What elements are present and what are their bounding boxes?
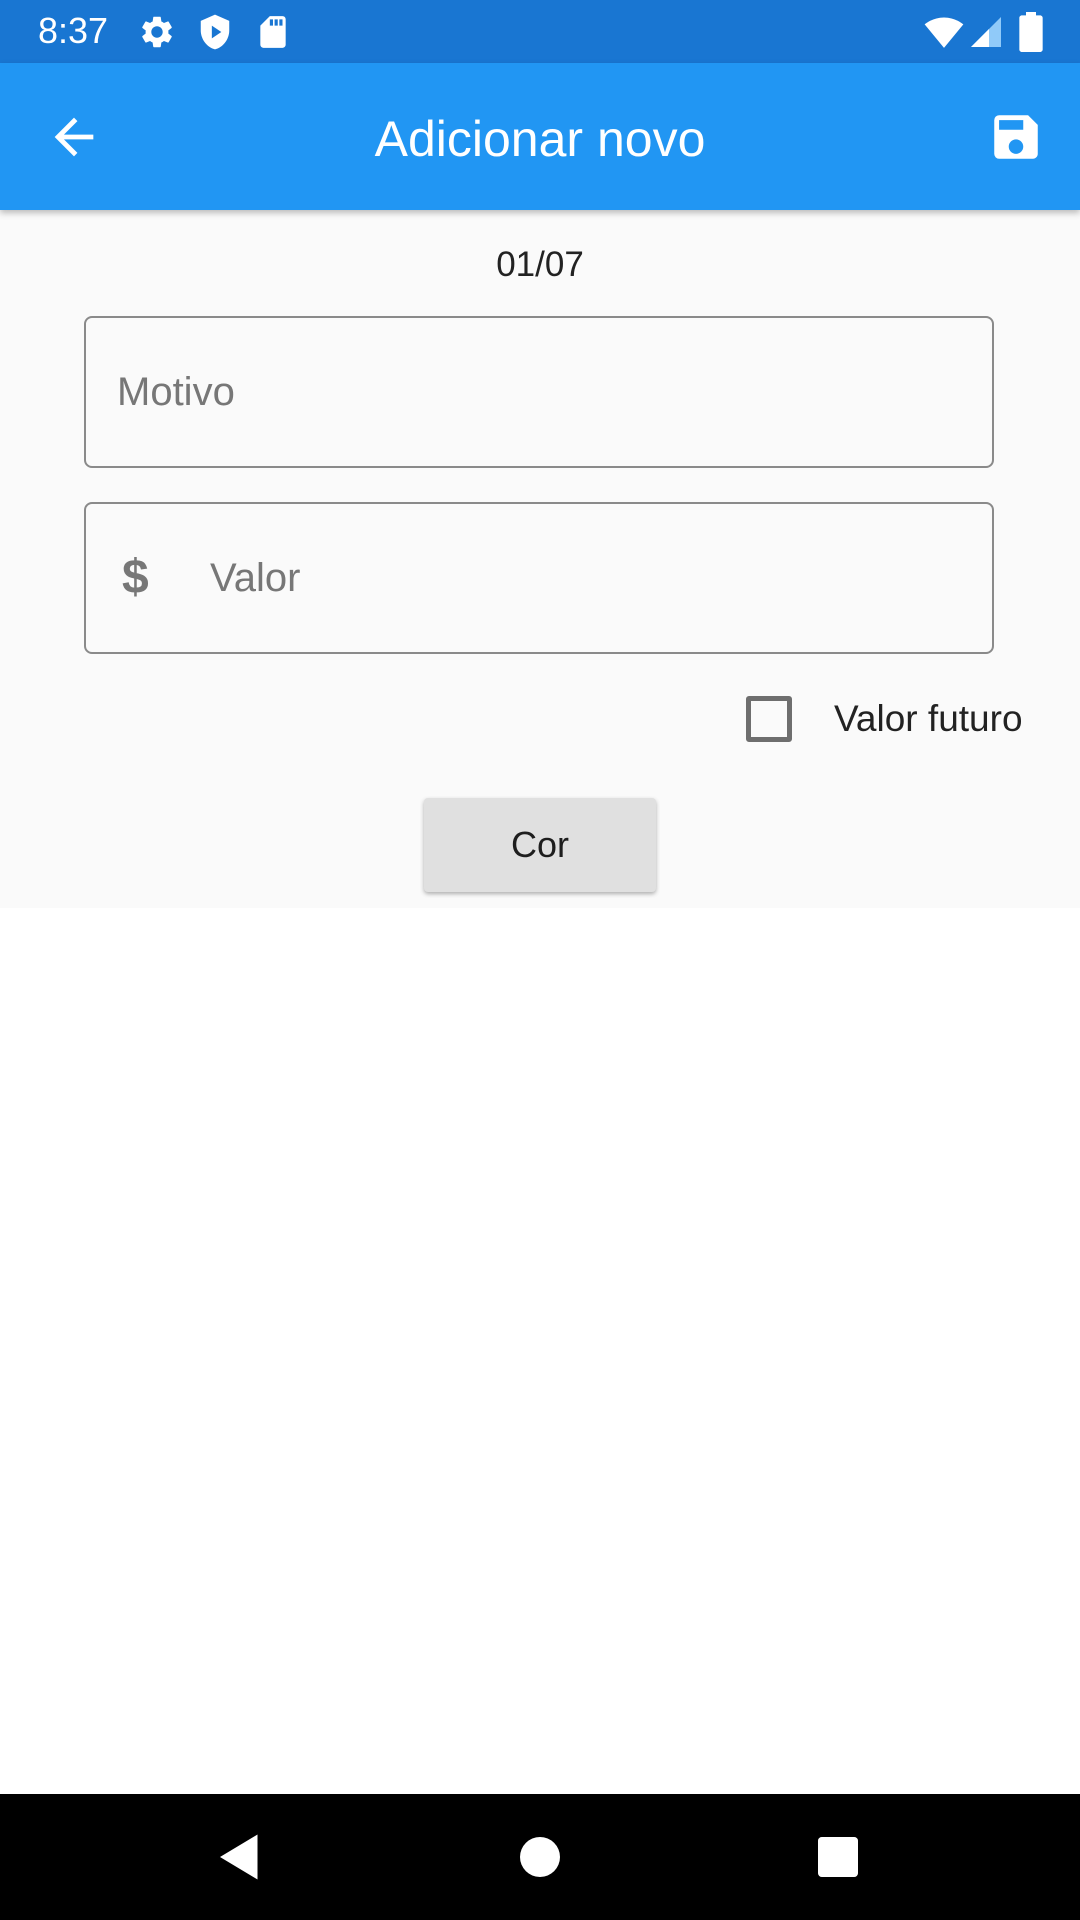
- back-triangle-icon[interactable]: [210, 1827, 270, 1887]
- recents-square-icon[interactable]: [808, 1827, 868, 1887]
- signal-icon: [968, 13, 1004, 51]
- battery-icon: [1018, 12, 1044, 52]
- navigation-bar: [0, 1794, 1080, 1920]
- valor-futuro-checkbox[interactable]: [746, 696, 792, 742]
- cor-button[interactable]: Cor: [424, 798, 656, 892]
- settings-icon: [138, 13, 176, 51]
- wifi-icon: [922, 12, 966, 52]
- page-title: Adicionar novo: [374, 111, 706, 167]
- valor-placeholder: Valor: [210, 556, 301, 600]
- form-content: 01/07 Motivo $ Valor Valor futuro Cor: [0, 210, 1080, 908]
- app-bar: Adicionar novo: [0, 63, 1080, 210]
- home-circle-icon[interactable]: [510, 1827, 570, 1887]
- save-button[interactable]: [978, 99, 1054, 175]
- motivo-field[interactable]: Motivo: [84, 316, 994, 468]
- back-button[interactable]: [36, 99, 112, 175]
- date-label[interactable]: 01/07: [0, 244, 1080, 286]
- motivo-placeholder: Motivo: [117, 370, 235, 414]
- save-icon: [994, 115, 1038, 159]
- arrow-back-icon: [54, 117, 94, 157]
- status-time: 8:37: [38, 10, 109, 51]
- status-bar: 8:37: [0, 0, 1080, 63]
- play-protect-icon: [196, 13, 234, 51]
- valor-field[interactable]: $ Valor: [84, 502, 994, 654]
- valor-futuro-label: Valor futuro: [834, 698, 1023, 739]
- dollar-icon: $: [122, 551, 149, 604]
- sd-card-icon: [254, 13, 292, 51]
